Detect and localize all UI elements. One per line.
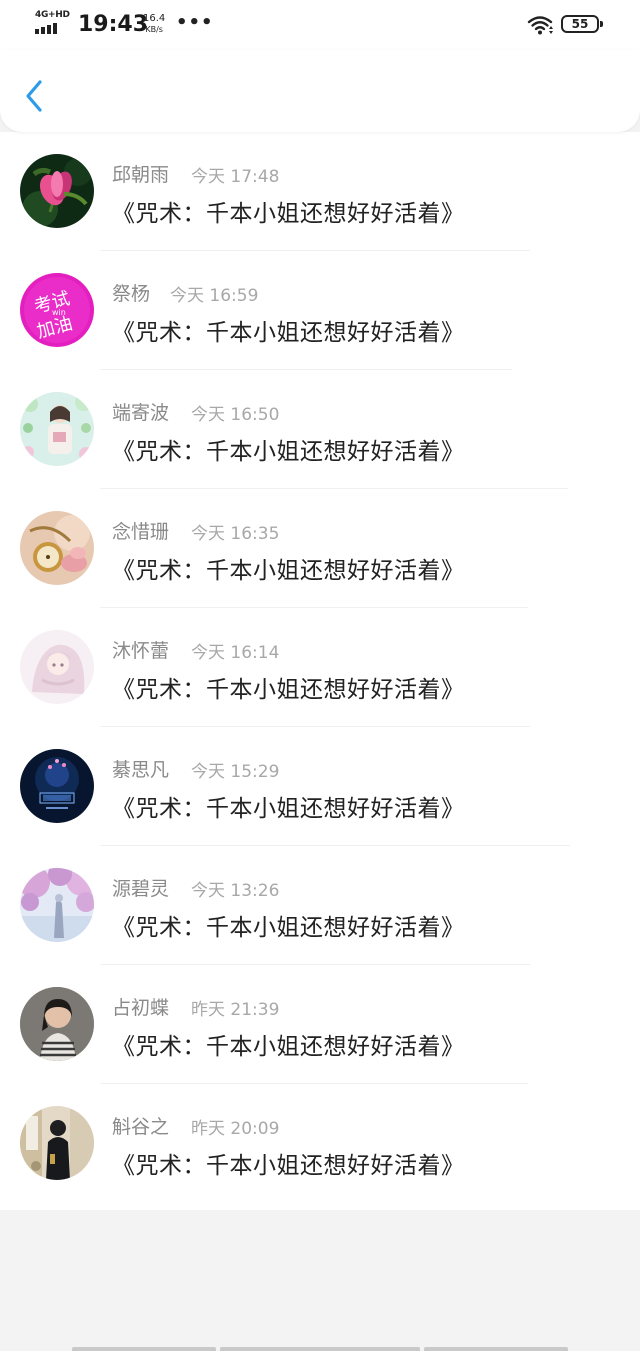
message-time: 今天 16:35 (191, 524, 280, 544)
list-item[interactable]: 端寄波 今天 16:50 《咒术：千本小姐还想好好活着》 (0, 370, 640, 489)
avatar (20, 749, 94, 823)
sender-name: 端寄波 (112, 402, 170, 424)
chevron-left-icon (26, 80, 42, 112)
network-speed-value: 16.4 (143, 13, 166, 24)
message-time: 昨天 20:09 (191, 1119, 280, 1139)
message-list: 邱朝雨 今天 17:48 《咒术：千本小姐还想好好活着》 考试 win 加油 祭… (0, 132, 640, 1210)
battery-icon: 55 (561, 15, 603, 33)
list-item[interactable]: 沐怀蕾 今天 16:14 《咒术：千本小姐还想好好活着》 (0, 608, 640, 727)
back-button[interactable] (18, 76, 52, 116)
list-item[interactable]: 源碧灵 今天 13:26 《咒术：千本小姐还想好好活着》 (0, 846, 640, 965)
avatar (20, 868, 94, 942)
sender-name: 祭杨 (112, 283, 151, 305)
nav-gesture-bar[interactable] (72, 1347, 216, 1351)
avatar (20, 154, 94, 228)
list-item[interactable]: 邱朝雨 今天 17:48 《咒术：千本小姐还想好好活着》 (0, 132, 640, 251)
message-time: 昨天 21:39 (191, 1000, 280, 1020)
list-item[interactable]: 念惜珊 今天 16:35 《咒术：千本小姐还想好好活着》 (0, 489, 640, 608)
message-time: 今天 16:50 (191, 405, 280, 425)
list-item[interactable]: 考试 win 加油 祭杨 今天 16:59 《咒术：千本小姐还想好好活着》 (0, 251, 640, 370)
nav-gesture-bar[interactable] (424, 1347, 568, 1351)
message-text: 《咒术：千本小姐还想好好活着》 (112, 915, 465, 941)
clock: 19:43 (78, 12, 149, 37)
message-text: 《咒术：千本小姐还想好好活着》 (112, 558, 465, 584)
status-bar: 4G+HD 19:43 16.4 KB/s ••• 55 (0, 0, 640, 50)
sender-name: 綦思凡 (112, 759, 170, 781)
message-time: 今天 16:14 (191, 643, 280, 663)
avatar: 考试 win 加油 (20, 273, 94, 347)
message-text: 《咒术：千本小姐还想好好活着》 (112, 1034, 465, 1060)
network-speed: 16.4 KB/s (143, 13, 165, 35)
message-text: 《咒术：千本小姐还想好好活着》 (112, 1153, 465, 1179)
message-text: 《咒术：千本小姐还想好好活着》 (112, 320, 465, 346)
avatar (20, 630, 94, 704)
battery-level: 55 (571, 17, 589, 31)
avatar (20, 511, 94, 585)
sender-name: 沐怀蕾 (112, 640, 170, 662)
avatar (20, 392, 94, 466)
sender-name: 源碧灵 (112, 878, 170, 900)
header (0, 50, 640, 132)
sender-name: 斛谷之 (112, 1116, 170, 1138)
list-item[interactable]: 占初蝶 昨天 21:39 《咒术：千本小姐还想好好活着》 (0, 965, 640, 1084)
list-item[interactable]: 斛谷之 昨天 20:09 《咒术：千本小姐还想好好活着》 (0, 1084, 640, 1203)
sender-name: 念惜珊 (112, 521, 170, 543)
message-text: 《咒术：千本小姐还想好好活着》 (112, 796, 465, 822)
sender-name: 占初蝶 (112, 997, 170, 1019)
message-time: 今天 15:29 (191, 762, 280, 782)
message-time: 今天 13:26 (191, 881, 280, 901)
network-type: 4G+HD (35, 10, 70, 20)
message-text: 《咒术：千本小姐还想好好活着》 (112, 677, 465, 703)
avatar (20, 1106, 94, 1180)
message-text: 《咒术：千本小姐还想好好活着》 (112, 201, 465, 227)
wifi-icon (527, 16, 553, 35)
message-time: 今天 16:59 (170, 286, 259, 306)
page: 4G+HD 19:43 16.4 KB/s ••• 55 邱朝雨 今天 17:4… (0, 0, 640, 1351)
nav-gesture-bar[interactable] (220, 1347, 420, 1351)
network-speed-unit: KB/s (145, 25, 163, 34)
message-text: 《咒术：千本小姐还想好好活着》 (112, 439, 465, 465)
avatar (20, 987, 94, 1061)
signal-icon: 4G+HD (35, 10, 71, 36)
message-time: 今天 17:48 (191, 167, 280, 187)
list-item[interactable]: 綦思凡 今天 15:29 《咒术：千本小姐还想好好活着》 (0, 727, 640, 846)
more-notifications-icon: ••• (176, 12, 214, 33)
sender-name: 邱朝雨 (112, 164, 170, 186)
